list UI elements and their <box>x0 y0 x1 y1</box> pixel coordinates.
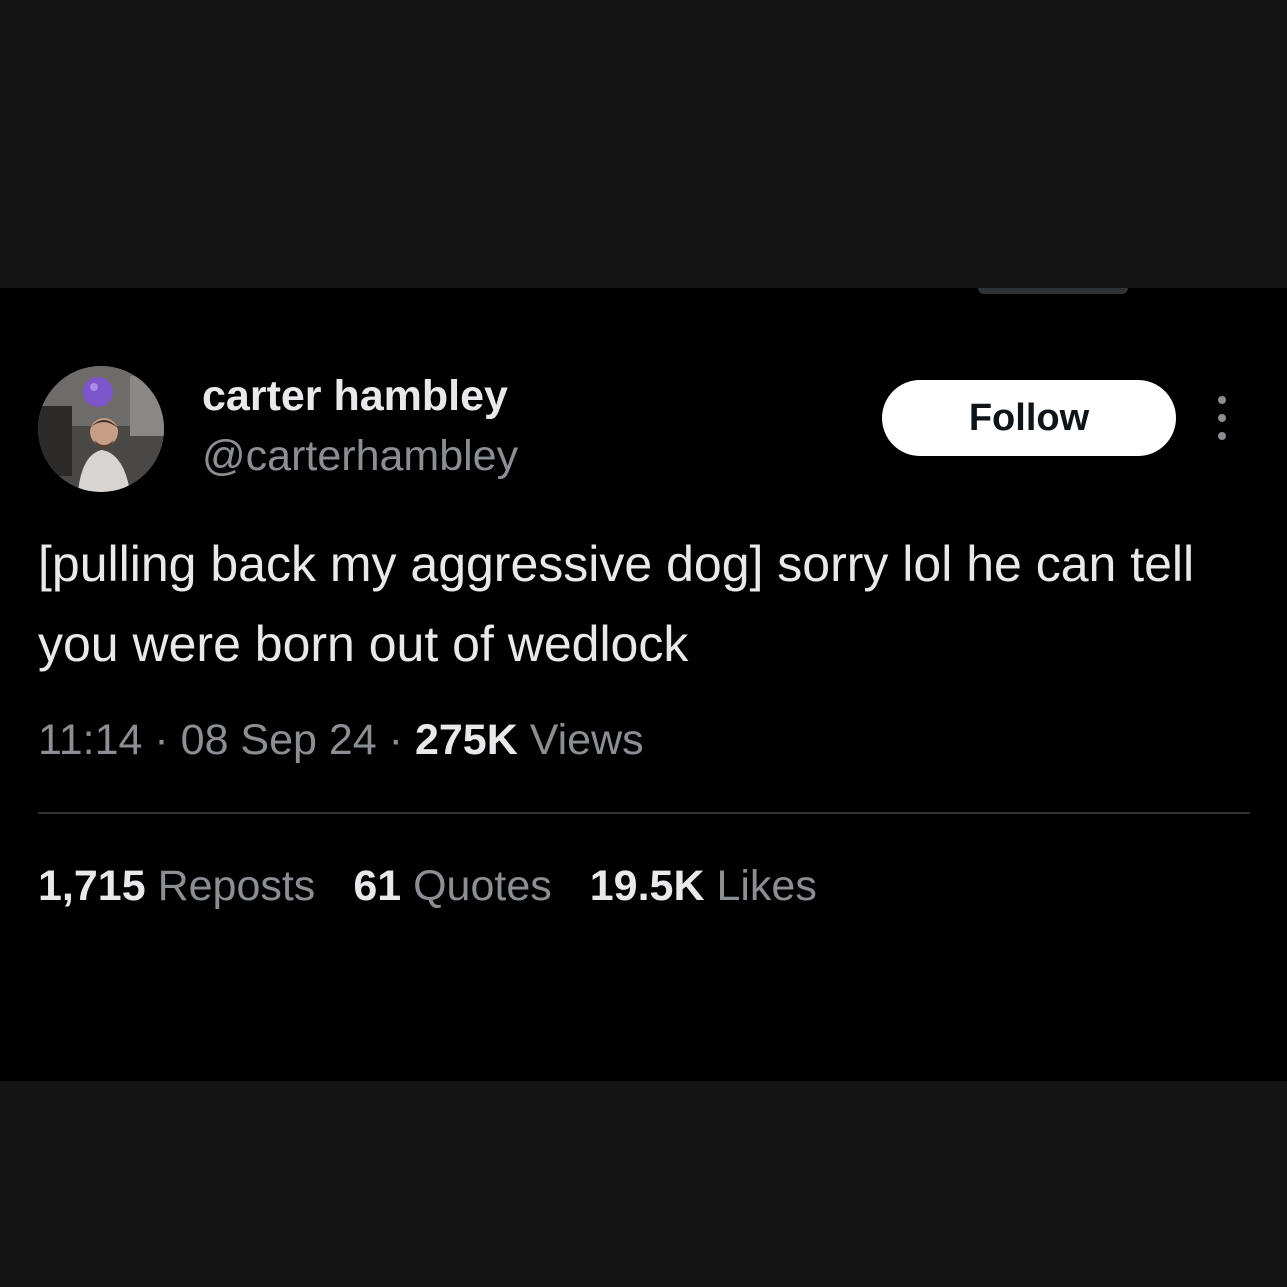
follow-button[interactable]: Follow <box>882 380 1176 456</box>
tweet-meta: 11:14 · 08 Sep 24 · 275K Views <box>38 712 644 768</box>
divider <box>38 812 1250 814</box>
quotes-count: 61 <box>353 862 402 910</box>
author-handle[interactable]: @carterhambley <box>202 428 518 484</box>
quotes-label: Quotes <box>413 862 552 910</box>
tweet-date[interactable]: 08 Sep 24 <box>181 716 377 764</box>
tweet-text: [pulling back my aggressive dog] sorry l… <box>38 536 1195 672</box>
tweet-time[interactable]: 11:14 <box>38 716 142 764</box>
author-display-name[interactable]: carter hambley <box>202 368 508 424</box>
avatar-photo <box>38 366 164 492</box>
tweet-card: carter hambley @carterhambley Follow [pu… <box>0 288 1287 1081</box>
views-label: Views <box>529 716 644 764</box>
reposts-label: Reposts <box>157 862 316 910</box>
likes-label: Likes <box>716 862 817 910</box>
likes-count: 19.5K <box>589 862 705 910</box>
likes-stat[interactable]: 19.5K Likes <box>590 862 817 910</box>
more-options-icon[interactable] <box>1210 394 1234 442</box>
views-count: 275K <box>414 716 518 764</box>
meta-separator: · <box>388 716 403 764</box>
reposts-count: 1,715 <box>38 862 146 910</box>
engagement-stats: 1,715 Reposts 61 Quotes 19.5K Likes <box>38 858 817 914</box>
meta-separator: · <box>154 716 169 764</box>
sheet-drag-handle[interactable] <box>978 288 1128 294</box>
reposts-stat[interactable]: 1,715 Reposts <box>38 862 315 910</box>
avatar[interactable] <box>38 366 164 492</box>
screenshot-frame: carter hambley @carterhambley Follow [pu… <box>0 0 1287 1287</box>
quotes-stat[interactable]: 61 Quotes <box>353 862 551 910</box>
